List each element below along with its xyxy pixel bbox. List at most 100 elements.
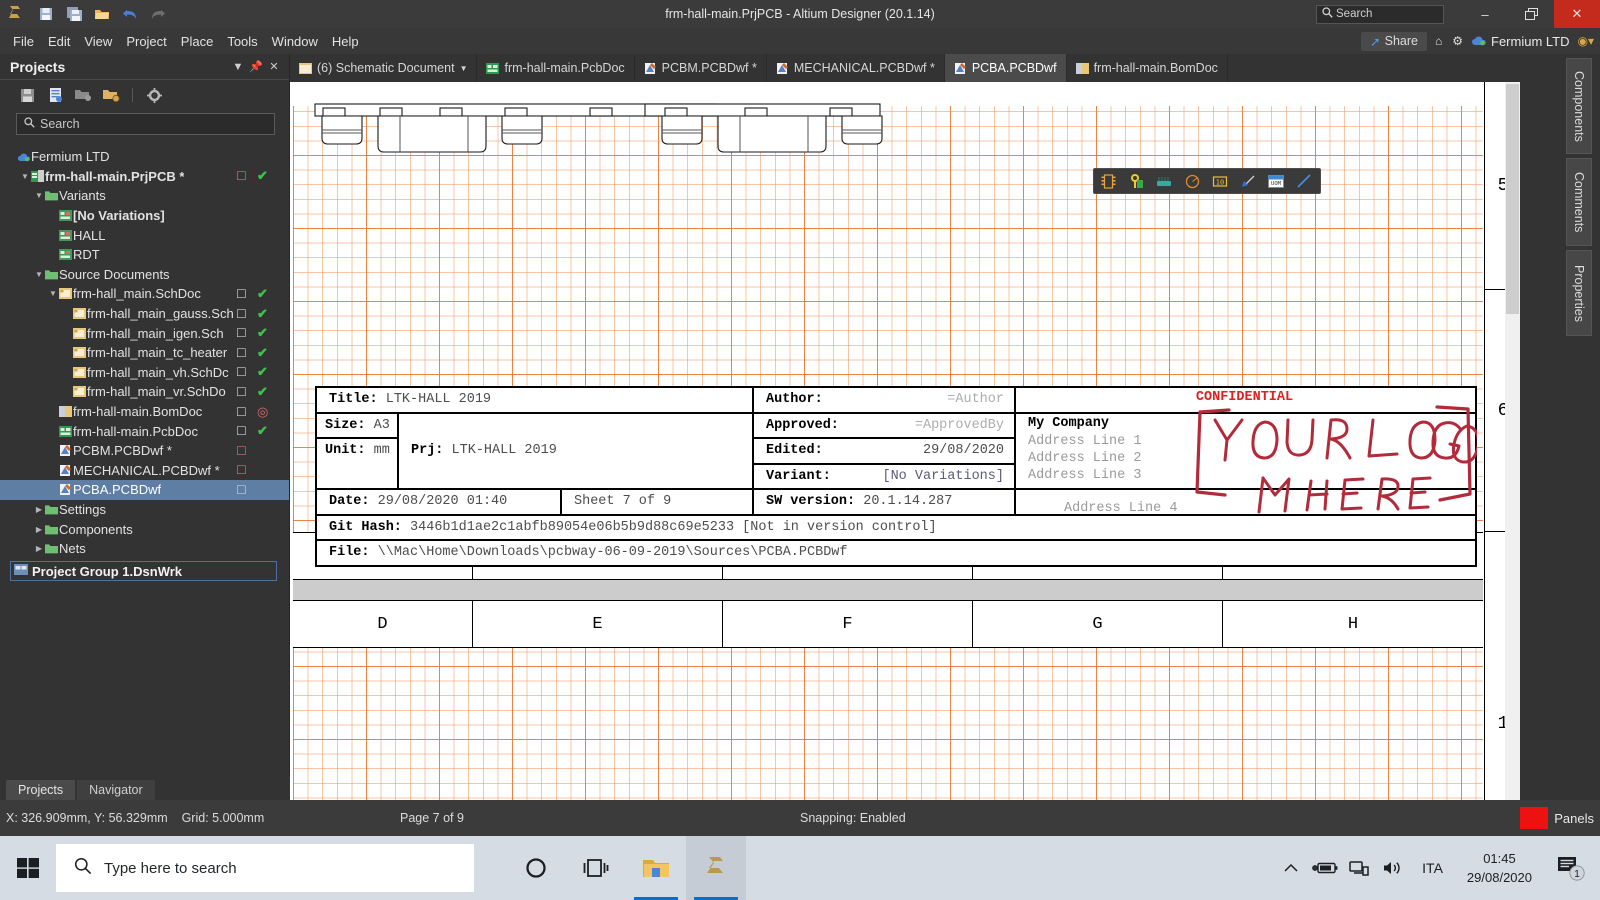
- battery-icon[interactable]: [1308, 836, 1342, 900]
- tree-item-settings[interactable]: ▶ Settings: [0, 500, 289, 520]
- tree-item-components[interactable]: ▶ Components: [0, 519, 289, 539]
- account-icon[interactable]: ◉▾: [1576, 34, 1597, 48]
- network-icon[interactable]: [1342, 836, 1376, 900]
- projects-search-input[interactable]: Search: [16, 113, 275, 135]
- tree-item-frm-hall-main-pcbdoc[interactable]: frm-hall-main.PcbDoc ☐ ✔: [0, 421, 289, 441]
- tab-frm-hall-main-pcbdoc[interactable]: frm-hall-main.PcbDoc: [477, 54, 635, 82]
- altium-icon[interactable]: [686, 836, 746, 900]
- menu-project[interactable]: Project: [119, 32, 173, 51]
- line-icon[interactable]: [1290, 169, 1318, 193]
- global-search-input[interactable]: Search: [1316, 4, 1444, 24]
- chevron-down-icon[interactable]: ▼: [460, 64, 468, 73]
- tree-item-frm-hall-main-gauss-sch[interactable]: frm-hall_main_gauss.Sch ☐ ✔: [0, 304, 289, 324]
- cortana-icon[interactable]: [506, 836, 566, 900]
- menu-tools[interactable]: Tools: [220, 32, 264, 51]
- open-icon[interactable]: [90, 3, 114, 25]
- tree-item-nets[interactable]: ▶ Nets: [0, 539, 289, 559]
- add-folder-icon[interactable]: [100, 85, 122, 105]
- chevron-down-icon[interactable]: ▼: [34, 191, 44, 200]
- tree-item-rdt[interactable]: RDT: [0, 245, 289, 265]
- volume-icon[interactable]: [1376, 836, 1410, 900]
- canvas-scrollbar-thumb[interactable]: [1506, 84, 1519, 314]
- drawing-canvas[interactable]: 10 UOM Title: LTK-HALL 2019 Author: =Aut…: [290, 82, 1520, 800]
- home-icon[interactable]: ⌂: [1433, 34, 1444, 48]
- board-assembly-icon[interactable]: [1150, 169, 1178, 193]
- document-status-icon: ☐: [236, 169, 247, 184]
- tree-item-pcba-pcbdwf[interactable]: PCBA.PCBDwf ☐: [0, 480, 289, 500]
- action-center-icon[interactable]: 1: [1544, 836, 1600, 900]
- tree-item-pcbm-pcbdwf[interactable]: PCBM.PCBDwf * ☐: [0, 441, 289, 461]
- taskbar-clock[interactable]: 01:45 29/08/2020: [1455, 849, 1544, 888]
- undo-icon[interactable]: [118, 3, 142, 25]
- dock-tab-components[interactable]: Components: [1566, 58, 1592, 154]
- menu-window[interactable]: Window: [265, 32, 325, 51]
- taskbar-search-input[interactable]: Type here to search: [56, 844, 474, 892]
- open-project-icon[interactable]: [72, 85, 94, 105]
- panel-tab-projects[interactable]: Projects: [6, 780, 76, 800]
- organization-indicator[interactable]: Fermium LTD: [1471, 34, 1570, 49]
- chevron-up-icon[interactable]: [1274, 836, 1308, 900]
- windows-start-icon[interactable]: [0, 836, 56, 900]
- language-indicator[interactable]: ITA: [1410, 860, 1455, 876]
- panels-button[interactable]: Panels: [1520, 800, 1600, 836]
- status-coordinates-value: X: 326.909mm, Y: 56.329mm: [6, 811, 168, 825]
- tab-schematic-document[interactable]: (6) Schematic Document ▼: [290, 54, 478, 82]
- size-key: Size:: [325, 417, 366, 433]
- panel-tab-navigator[interactable]: Navigator: [77, 780, 155, 800]
- tree-item-hall[interactable]: HALL: [0, 225, 289, 245]
- maximize-restore-button[interactable]: [1508, 0, 1554, 28]
- dimension-icon[interactable]: 10: [1206, 169, 1234, 193]
- tab-pcbm-pcbdwf[interactable]: PCBM.PCBDwf *: [635, 54, 767, 82]
- gear-icon[interactable]: ⚙: [1450, 34, 1465, 48]
- tab-pcba-pcbdwf[interactable]: PCBA.PCBDwf: [944, 54, 1067, 82]
- tree-item-no-variations[interactable]: [No Variations]: [0, 206, 289, 226]
- tree-item-frm-hall-main-bomdoc[interactable]: frm-hall-main.BomDoc ☐ ◎: [0, 402, 289, 422]
- component-icon[interactable]: [1094, 169, 1122, 193]
- tree-item-frm-hall-main-vh-schdc[interactable]: frm-hall_main_vh.SchDc ☐ ✔: [0, 363, 289, 383]
- save-icon[interactable]: [16, 85, 38, 105]
- dock-tab-comments[interactable]: Comments: [1566, 158, 1592, 246]
- key-dimension-icon[interactable]: [1122, 169, 1150, 193]
- tree-item-frm-hall-main-schdoc[interactable]: ▼ frm-hall_main.SchDoc ☐ ✔: [0, 284, 289, 304]
- close-button[interactable]: ✕: [1554, 0, 1600, 28]
- compile-icon[interactable]: [44, 85, 66, 105]
- tree-item-source-documents[interactable]: ▼ Source Documents: [0, 265, 289, 285]
- tree-item-frm-hall-main-igen-sch[interactable]: frm-hall_main_igen.Sch ☐ ✔: [0, 323, 289, 343]
- file-explorer-icon[interactable]: [626, 836, 686, 900]
- menu-help[interactable]: Help: [325, 32, 366, 51]
- canvas-vertical-scrollbar[interactable]: [1505, 82, 1520, 800]
- tree-item-frm-hall-main-tc-heater[interactable]: frm-hall_main_tc_heater ☐ ✔: [0, 343, 289, 363]
- tree-item-frm-hall-main-vr-schdo[interactable]: frm-hall_main_vr.SchDo ☐ ✔: [0, 382, 289, 402]
- chevron-right-icon[interactable]: ▶: [34, 525, 44, 534]
- gear-icon[interactable]: [143, 85, 165, 105]
- leader-arrow-icon[interactable]: [1234, 169, 1262, 193]
- menu-file[interactable]: File: [6, 32, 41, 51]
- tree-item-fermium-ltd[interactable]: Fermium LTD: [0, 147, 289, 167]
- tab-frm-hall-main-bomdoc[interactable]: frm-hall-main.BomDoc: [1067, 54, 1228, 82]
- note-icon[interactable]: UOM: [1262, 169, 1290, 193]
- tree-item-variants[interactable]: ▼ Variants: [0, 186, 289, 206]
- tree-item-mechanical-pcbdwf[interactable]: MECHANICAL.PCBDwf * ☐: [0, 461, 289, 481]
- menu-edit[interactable]: Edit: [41, 32, 77, 51]
- draftsman-floating-toolbar[interactable]: 10 UOM: [1093, 168, 1321, 194]
- tree-item-frm-hall-main-prjpcb[interactable]: ▼ frm-hall-main.PrjPCB * ☐ ✔: [0, 167, 289, 187]
- task-view-icon[interactable]: [566, 836, 626, 900]
- project-group-item[interactable]: Project Group 1.DsnWrk: [10, 561, 277, 582]
- pin-icon[interactable]: 📌: [247, 60, 265, 73]
- share-button[interactable]: ➚ Share: [1361, 31, 1427, 51]
- chevron-down-icon[interactable]: ▼: [229, 61, 247, 73]
- close-icon[interactable]: ✕: [265, 60, 283, 73]
- save-all-icon[interactable]: [62, 3, 86, 25]
- chevron-down-icon[interactable]: ▼: [20, 172, 30, 181]
- dock-tab-properties[interactable]: Properties: [1566, 250, 1592, 336]
- menu-place[interactable]: Place: [174, 32, 221, 51]
- chevron-down-icon[interactable]: ▼: [48, 289, 58, 298]
- circle-icon[interactable]: [1178, 169, 1206, 193]
- menu-view[interactable]: View: [77, 32, 119, 51]
- minimize-button[interactable]: –: [1462, 0, 1508, 28]
- chevron-right-icon[interactable]: ▶: [34, 544, 44, 553]
- chevron-right-icon[interactable]: ▶: [34, 505, 44, 514]
- tab-mechanical-pcbdwf[interactable]: MECHANICAL.PCBDwf *: [767, 54, 945, 82]
- chevron-down-icon[interactable]: ▼: [34, 270, 44, 279]
- save-icon[interactable]: [34, 3, 58, 25]
